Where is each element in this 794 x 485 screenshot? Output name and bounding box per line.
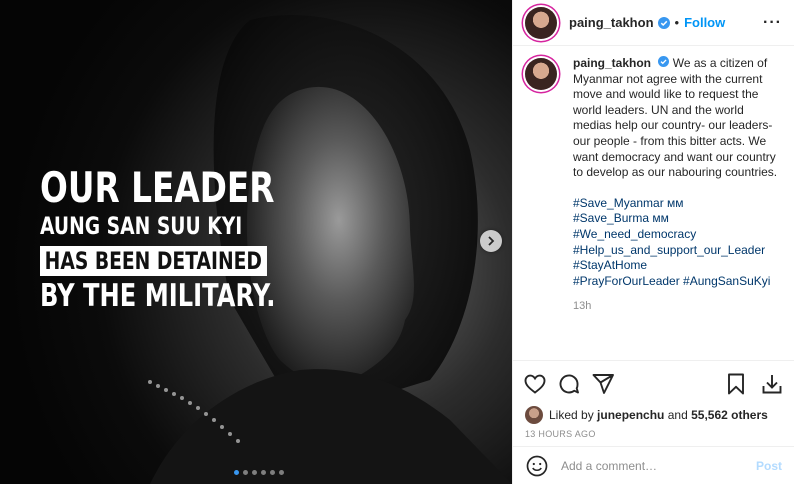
overlay-line-1: OUR LEADER: [40, 163, 275, 212]
emoji-icon[interactable]: [525, 454, 549, 478]
carousel-dot: [261, 470, 266, 475]
action-icons: [513, 365, 794, 403]
caption-body: paing_takhon We as a citizen of Myanmar …: [573, 56, 784, 315]
likes-summary: Liked by junepenchu and 55,562 others: [513, 403, 794, 427]
post-side-panel: paing_takhon • Follow ··· paing_takhon W…: [512, 0, 794, 484]
header-separator: •: [674, 15, 680, 30]
hashtag-link[interactable]: #Save_Myanmar ᴍᴍ: [573, 196, 784, 212]
overlay-line-4: BY THE MILITARY.: [40, 278, 276, 314]
heart-icon[interactable]: [523, 372, 547, 396]
hashtag-link[interactable]: #Help_us_and_support_our_Leader: [573, 243, 784, 259]
instagram-post: OUR LEADER AUNG SAN SUU KYI HAS BEEN DET…: [0, 0, 794, 484]
hashtag-link[interactable]: #We_need_democracy: [573, 227, 784, 243]
carousel-dot: [234, 470, 239, 475]
post-timestamp[interactable]: 13 HOURS AGO: [513, 427, 794, 439]
caption: paing_takhon We as a citizen of Myanmar …: [525, 56, 784, 315]
carousel-dot: [279, 470, 284, 475]
post-media[interactable]: OUR LEADER AUNG SAN SUU KYI HAS BEEN DET…: [0, 0, 512, 484]
author-avatar[interactable]: [525, 6, 557, 39]
chevron-right-icon: [488, 236, 495, 246]
verified-badge-icon: [658, 56, 670, 67]
carousel-indicator: [234, 470, 284, 475]
hashtag-list: #Save_Myanmar ᴍᴍ #Save_Burma ᴍᴍ #We_need…: [573, 196, 784, 290]
image-text-overlay: OUR LEADER AUNG SAN SUU KYI HAS BEEN DET…: [40, 166, 275, 314]
carousel-dot: [252, 470, 257, 475]
post-comment-button[interactable]: Post: [756, 459, 782, 473]
post-actions: Liked by junepenchu and 55,562 others 13…: [513, 360, 794, 439]
caption-time[interactable]: 13h: [573, 299, 784, 315]
verified-badge-icon: [657, 16, 670, 29]
follow-button[interactable]: Follow: [684, 15, 725, 30]
hashtag-link[interactable]: #StayAtHome: [573, 258, 784, 274]
carousel-dot: [243, 470, 248, 475]
post-header: paing_takhon • Follow ···: [513, 0, 794, 46]
overlay-line-2: AUNG SAN SUU KYI: [40, 212, 243, 240]
liker-username[interactable]: junepenchu: [597, 408, 664, 422]
overlay-line-3: HAS BEEN DETAINED: [40, 246, 267, 276]
share-icon[interactable]: [591, 372, 615, 396]
bookmark-icon[interactable]: [724, 372, 748, 396]
likes-prefix: Liked by: [549, 408, 594, 422]
comment-input[interactable]: Add a comment…: [561, 459, 756, 473]
comment-icon[interactable]: [557, 372, 581, 396]
hashtag-link[interactable]: #PrayForOurLeader #AungSanSuKyi: [573, 274, 784, 290]
carousel-next-button[interactable]: [480, 230, 502, 252]
author-username[interactable]: paing_takhon: [569, 15, 654, 30]
likes-and: and: [667, 408, 688, 422]
liker-avatar[interactable]: [525, 406, 543, 424]
add-comment-bar: Add a comment… Post: [513, 446, 794, 485]
hashtag-link[interactable]: #Save_Burma ᴍᴍ: [573, 211, 784, 227]
caption-avatar[interactable]: [525, 58, 557, 90]
caption-username[interactable]: paing_takhon: [573, 56, 651, 70]
more-options-button[interactable]: ···: [763, 14, 782, 30]
caption-text: We as a citizen of Myanmar not agree wit…: [573, 56, 778, 180]
carousel-dot: [270, 470, 275, 475]
comments-area: paing_takhon We as a citizen of Myanmar …: [525, 56, 784, 315]
likes-count[interactable]: 55,562 others: [691, 408, 768, 422]
download-icon[interactable]: [760, 372, 784, 396]
